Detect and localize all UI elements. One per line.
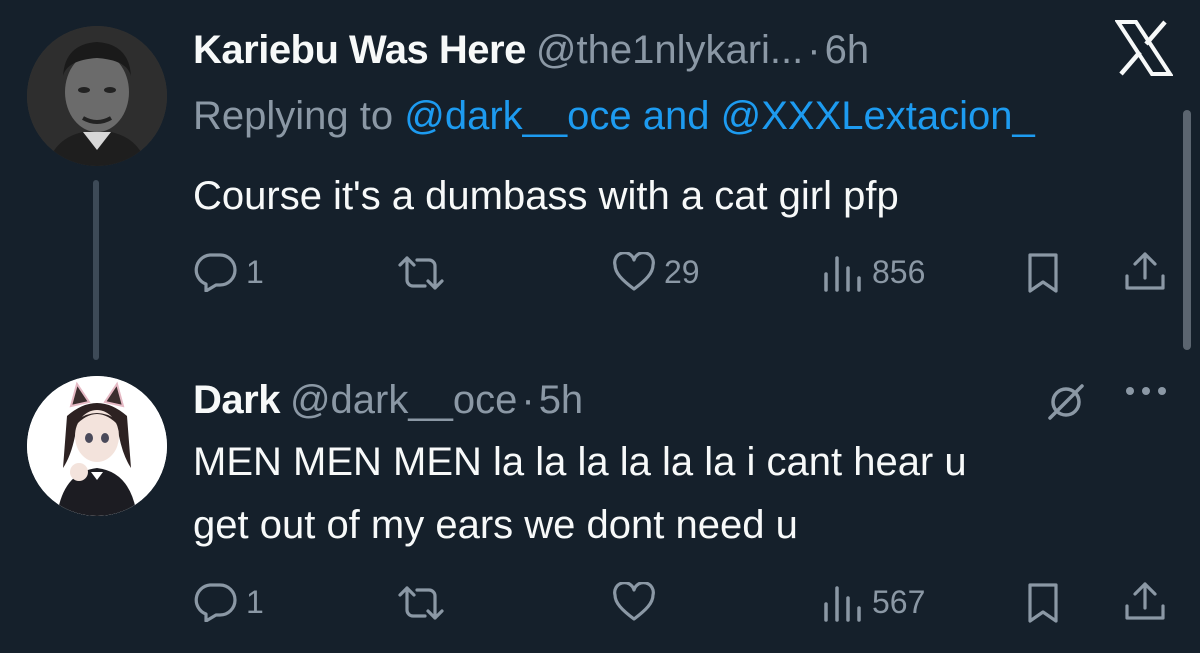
- retweet-button[interactable]: [397, 254, 453, 292]
- thread-connector-line: [93, 180, 99, 360]
- reply-icon: [194, 583, 237, 622]
- views-button[interactable]: 856: [820, 252, 925, 292]
- display-name[interactable]: Dark: [193, 378, 280, 423]
- tweet-header: Kariebu Was Here @the1nlykari... · 6h: [193, 28, 869, 73]
- like-count: 29: [664, 253, 700, 290]
- muted-icon[interactable]: [1042, 378, 1090, 431]
- reply-count: 1: [246, 583, 264, 620]
- tweet-text: Course it's a dumbass with a cat girl pf…: [193, 174, 899, 218]
- reply-count: 1: [246, 253, 264, 290]
- tweet-text-line-1: MEN MEN MEN la la la la la la i cant hea…: [193, 440, 967, 484]
- avatar[interactable]: [27, 376, 167, 516]
- more-icon[interactable]: [1122, 381, 1170, 406]
- heart-icon: [613, 582, 655, 621]
- tweet-text-line-2: get out of my ears we dont need u: [193, 503, 798, 547]
- user-handle[interactable]: @the1nlykari...: [536, 28, 803, 73]
- avatar[interactable]: [27, 26, 167, 166]
- replying-users-link[interactable]: @dark__oce and @XXXLextacion_: [404, 94, 1035, 138]
- x-logo-icon[interactable]: [1114, 20, 1174, 76]
- share-icon: [1125, 252, 1165, 290]
- replying-prefix: Replying to: [193, 94, 394, 138]
- user-handle[interactable]: @dark__oce: [290, 378, 517, 423]
- views-icon: [824, 256, 861, 292]
- reply-button[interactable]: 1: [194, 582, 264, 622]
- reply-button[interactable]: 1: [194, 252, 264, 292]
- heart-icon: [613, 252, 655, 291]
- reply-icon: [194, 253, 237, 292]
- tweet-header: Dark @dark__oce · 5h: [193, 378, 583, 423]
- views-count: 567: [872, 583, 926, 620]
- timestamp[interactable]: 5h: [539, 378, 584, 423]
- retweet-icon: [398, 256, 444, 290]
- bookmark-button[interactable]: [1026, 582, 1060, 624]
- views-icon: [824, 586, 861, 622]
- views-button[interactable]: 567: [820, 582, 925, 622]
- retweet-button[interactable]: [397, 584, 453, 622]
- separator: ·: [807, 28, 821, 72]
- retweet-icon: [398, 586, 444, 620]
- bookmark-icon: [1028, 253, 1058, 293]
- bookmark-button[interactable]: [1026, 252, 1060, 294]
- share-button[interactable]: [1123, 250, 1167, 292]
- anime-cat-girl-avatar-icon: [27, 376, 167, 516]
- share-button[interactable]: [1123, 580, 1167, 622]
- timestamp[interactable]: 6h: [825, 28, 870, 73]
- like-button[interactable]: [612, 582, 664, 622]
- display-name[interactable]: Kariebu Was Here: [193, 28, 526, 73]
- bookmark-icon: [1028, 583, 1058, 623]
- scrollbar[interactable]: [1183, 110, 1191, 350]
- like-button[interactable]: 29: [612, 252, 700, 292]
- share-icon: [1125, 582, 1165, 620]
- separator: ·: [521, 378, 535, 422]
- man-avatar-icon: [27, 26, 167, 166]
- views-count: 856: [872, 253, 926, 290]
- replying-to-line: Replying to @dark__oce and @XXXLextacion…: [193, 94, 1035, 139]
